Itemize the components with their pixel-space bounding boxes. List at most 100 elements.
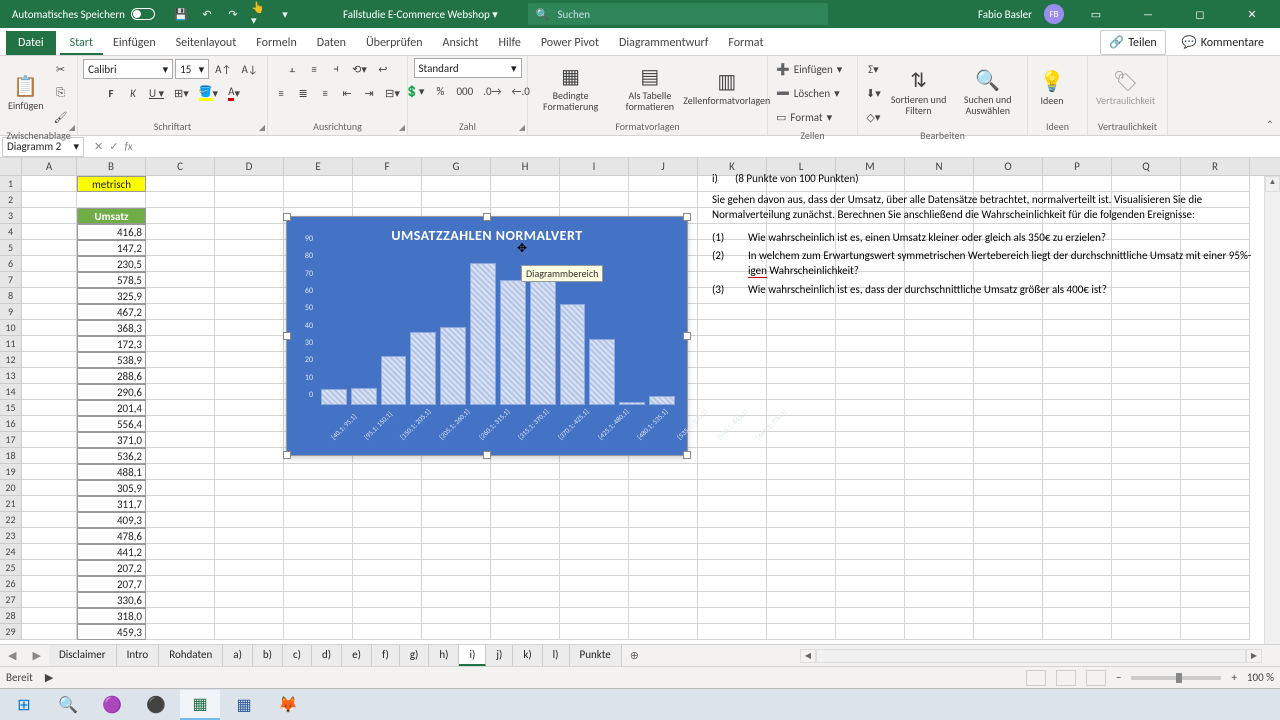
cell[interactable] [22,624,77,640]
tab-überprüfen[interactable]: Überprüfen [356,30,433,55]
cell[interactable] [353,560,422,576]
cell[interactable] [353,544,422,560]
cell[interactable] [215,256,284,272]
cell[interactable] [974,560,1043,576]
cell[interactable] [974,304,1043,320]
cell[interactable]: Umsatz [77,208,146,224]
cell[interactable] [905,624,974,640]
cell[interactable] [974,544,1043,560]
cell[interactable] [215,432,284,448]
cell[interactable] [974,320,1043,336]
cell[interactable] [836,384,905,400]
cell[interactable] [491,624,560,640]
cell[interactable] [284,480,353,496]
cell[interactable] [22,576,77,592]
cell[interactable] [836,496,905,512]
row-header[interactable]: 4 [0,224,21,240]
cell[interactable] [836,624,905,640]
cell[interactable] [1043,368,1112,384]
cell[interactable] [422,512,491,528]
cell[interactable] [215,624,284,640]
cell[interactable] [146,464,215,480]
row-header[interactable]: 25 [0,560,21,576]
cell[interactable] [1181,352,1250,368]
cell[interactable] [629,192,698,208]
percent-button[interactable]: % [430,80,450,102]
cell[interactable] [1181,400,1250,416]
cell[interactable]: 467,2 [77,304,146,320]
cell[interactable] [974,448,1043,464]
cell[interactable] [215,480,284,496]
row-header[interactable]: 21 [0,496,21,512]
cell[interactable] [146,176,215,192]
cell[interactable] [215,240,284,256]
cell[interactable] [560,592,629,608]
taskbar-search-button[interactable]: 🔍 [48,690,88,720]
cell[interactable] [284,576,353,592]
cell[interactable] [22,400,77,416]
taskbar-app-2[interactable]: ⚫ [136,690,176,720]
cell[interactable] [491,496,560,512]
cell[interactable] [146,400,215,416]
cell[interactable] [974,400,1043,416]
cell[interactable] [353,176,422,192]
row-header[interactable]: 5 [0,240,21,256]
cell[interactable] [560,176,629,192]
cell[interactable] [1181,416,1250,432]
tab-diagrammentwurf[interactable]: Diagrammentwurf [609,30,718,55]
cell[interactable] [698,624,767,640]
grow-font-button[interactable]: A↑ [211,58,235,80]
cell[interactable]: 459,3 [77,624,146,640]
cell[interactable] [1112,400,1181,416]
cell[interactable] [1112,560,1181,576]
cell[interactable] [146,544,215,560]
touch-mode-icon[interactable]: 👆▾ [251,6,267,22]
align-middle-button[interactable]: ≡ [304,58,324,80]
cell[interactable] [767,512,836,528]
macro-record-icon[interactable]: ▶ [45,671,53,684]
cell[interactable] [284,192,353,208]
cell[interactable] [353,576,422,592]
sheet-tab[interactable]: Rohdaten [159,645,223,666]
cell[interactable] [422,608,491,624]
column-header[interactable]: I [560,158,629,175]
cell[interactable] [353,496,422,512]
cell[interactable] [215,448,284,464]
cell[interactable] [560,192,629,208]
accounting-format-button[interactable]: 💲▾ [401,80,428,102]
cell[interactable] [905,352,974,368]
cell[interactable] [698,592,767,608]
cell[interactable] [1112,304,1181,320]
zoom-level[interactable]: 100 % [1247,671,1274,684]
copy-button[interactable]: ⎘ [50,82,72,104]
column-header[interactable]: J [629,158,698,175]
cell[interactable] [905,416,974,432]
document-title[interactable]: Fallstudie E-Commerce Webshop ▾ [343,8,498,21]
resize-handle[interactable] [683,451,691,459]
cell[interactable] [836,560,905,576]
cell[interactable] [905,448,974,464]
enter-formula-icon[interactable]: ✓ [109,140,118,153]
cell[interactable] [974,608,1043,624]
cell[interactable] [284,512,353,528]
cell[interactable] [698,496,767,512]
format-cells-button[interactable]: ▭Format ▾ [772,106,856,128]
cell[interactable] [974,624,1043,640]
cell[interactable] [1043,576,1112,592]
zoom-in-button[interactable]: + [1231,671,1236,684]
cell[interactable] [1181,496,1250,512]
sheet-tab[interactable]: i) [459,645,486,666]
sheet-tab[interactable]: l) [543,645,570,666]
cell[interactable] [698,576,767,592]
cancel-formula-icon[interactable]: ✕ [94,140,103,153]
cell[interactable] [491,592,560,608]
cell[interactable] [974,464,1043,480]
cell[interactable] [215,576,284,592]
cell[interactable] [767,368,836,384]
tab-start[interactable]: Start [60,30,103,55]
cell[interactable] [905,560,974,576]
windows-taskbar[interactable]: ⊞ 🔍 🟣 ⚫ ▦ ▦ 🦊 [0,688,1280,720]
normal-view-button[interactable] [1026,670,1046,686]
cell[interactable] [1181,608,1250,624]
cell[interactable] [836,576,905,592]
